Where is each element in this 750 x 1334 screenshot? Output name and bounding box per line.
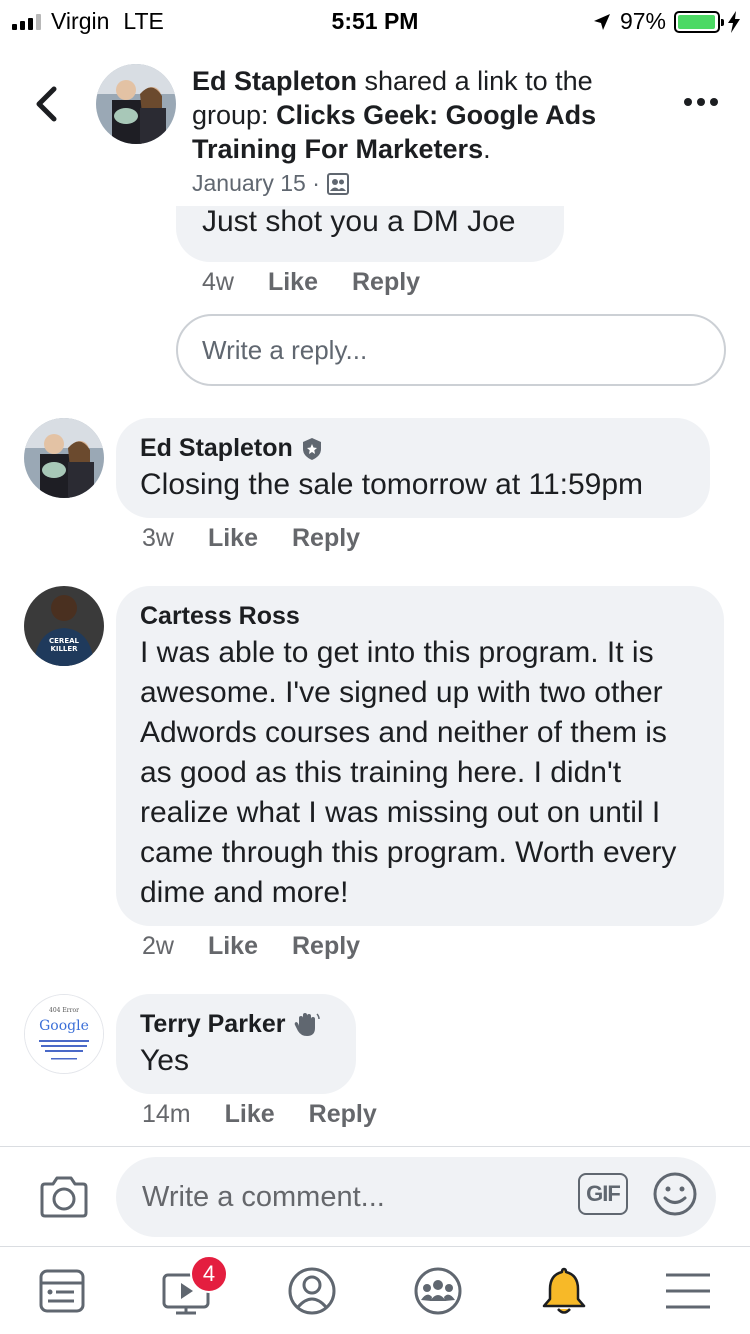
battery-percent: 97% [619, 8, 666, 34]
watch-notification-badge: 4 [190, 1255, 228, 1293]
previous-reply-text: Just shot you a DM Joe [202, 206, 516, 238]
comment-input-placeholder: Write a comment... [142, 1180, 385, 1213]
comment-author-name[interactable]: Cartess Ross [140, 602, 300, 631]
comment-text: I was able to get into this program. It … [140, 636, 677, 909]
comment-time: 2w [142, 932, 174, 960]
gif-button[interactable]: GIF [578, 1173, 628, 1215]
new-member-wave-icon [295, 1012, 321, 1036]
groups-icon[interactable] [412, 1265, 464, 1317]
reply-input-placeholder: Write a reply... [202, 334, 368, 365]
comment-actions: 3w Like Reply [142, 524, 360, 553]
charging-bolt-icon [728, 10, 740, 33]
author-avatar[interactable] [96, 64, 176, 144]
reply-time: 4w [202, 268, 234, 296]
post-date-text: January 15 · [192, 170, 320, 196]
comment-text: Closing the sale tomorrow at 11:59pm [140, 468, 644, 501]
comment-time: 14m [142, 1100, 191, 1128]
avatar[interactable] [24, 418, 104, 498]
location-arrow-icon [593, 13, 610, 30]
emoji-icon[interactable] [652, 1171, 698, 1217]
tab-bar: 4 [0, 1246, 750, 1334]
battery-fill [678, 14, 715, 29]
comment-author: Ed Stapleton [140, 434, 686, 463]
status-bar: Virgin LTE 5:51 PM 97% [0, 0, 750, 40]
battery-icon [674, 10, 724, 33]
svg-text:KILLER: KILLER [50, 645, 78, 653]
reply-input[interactable]: Write a reply... [176, 314, 726, 386]
avatar[interactable]: CEREAL KILLER [24, 586, 104, 666]
comment-bubble[interactable]: Ed Stapleton Closing the sale tomorrow a… [116, 418, 710, 518]
battery-info: 97% [592, 8, 740, 35]
reply-button[interactable]: Reply [352, 268, 420, 297]
comment-time: 3w [142, 524, 174, 552]
previous-reply-actions: 4w Like Reply [202, 268, 420, 297]
comments-list: Just shot you a DM Joe 4w Like Reply Wri… [0, 206, 750, 1146]
like-button[interactable]: Like [208, 932, 258, 961]
comment-actions: 2w Like Reply [142, 932, 360, 961]
comment-bubble[interactable]: Terry Parker Yes [116, 994, 356, 1094]
news-feed-icon[interactable] [36, 1265, 88, 1317]
back-chevron-icon[interactable] [32, 86, 62, 122]
title-period: . [483, 134, 491, 164]
comment-text: Yes [140, 1044, 189, 1077]
camera-icon[interactable] [38, 1175, 90, 1219]
like-button[interactable]: Like [268, 268, 318, 297]
reply-button[interactable]: Reply [309, 1100, 377, 1129]
avatar-logo-top: 404 Error [49, 1007, 79, 1014]
avatar-logo: Google [39, 1018, 89, 1034]
previous-reply-bubble: Just shot you a DM Joe [176, 206, 564, 262]
reply-button[interactable]: Reply [292, 932, 360, 961]
avatar[interactable]: 404 Error Google [24, 994, 104, 1074]
comment-author: Terry Parker [140, 1010, 332, 1039]
more-options-icon[interactable] [684, 98, 718, 106]
comment-bubble[interactable]: Cartess Ross I was able to get into this… [116, 586, 724, 926]
post-header: Ed Stapleton shared a link to the group:… [0, 56, 750, 206]
group-privacy-icon [326, 172, 349, 195]
admin-badge-icon [302, 437, 321, 460]
comment-author-name[interactable]: Terry Parker [140, 1010, 285, 1039]
post-title: Ed Stapleton shared a link to the group:… [192, 64, 652, 166]
author-name[interactable]: Ed Stapleton [192, 66, 357, 96]
post-date: January 15 · [192, 170, 350, 197]
comment-composer: Write a comment... GIF [0, 1146, 750, 1246]
reply-button[interactable]: Reply [292, 524, 360, 553]
profile-icon[interactable] [286, 1265, 338, 1317]
like-button[interactable]: Like [225, 1100, 275, 1129]
comment-actions: 14m Like Reply [142, 1100, 377, 1129]
menu-icon[interactable] [662, 1265, 714, 1317]
comment-author-name[interactable]: Ed Stapleton [140, 434, 293, 463]
like-button[interactable]: Like [208, 524, 258, 553]
svg-text:CEREAL: CEREAL [49, 637, 80, 645]
comment-author: Cartess Ross [140, 602, 700, 631]
notifications-icon[interactable] [538, 1265, 590, 1317]
